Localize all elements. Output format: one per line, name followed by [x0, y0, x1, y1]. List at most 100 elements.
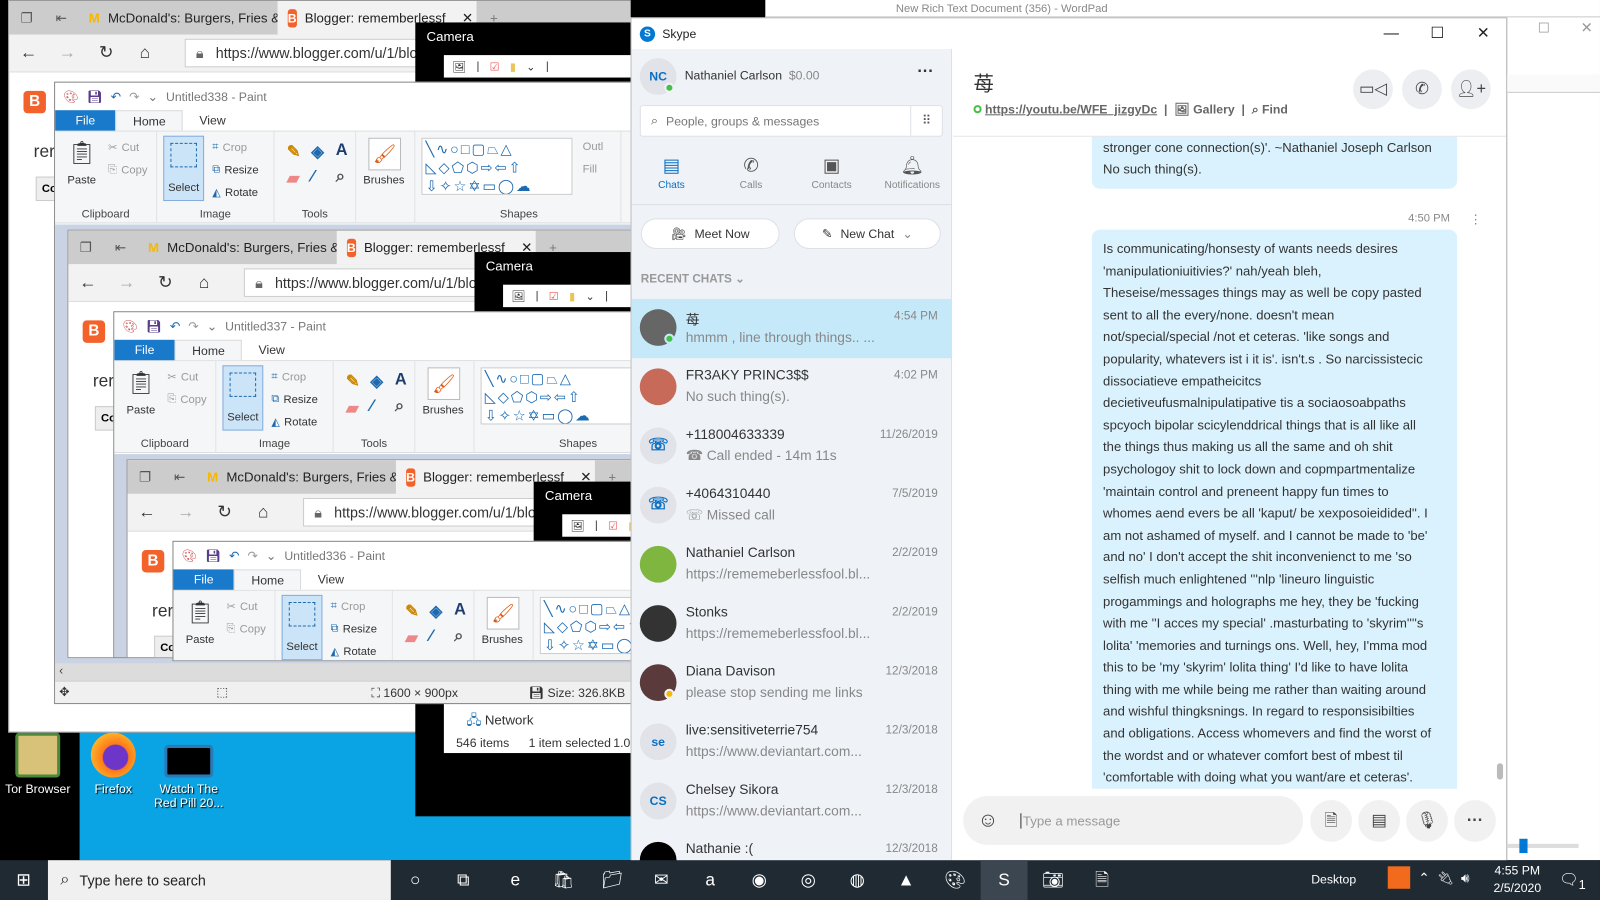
undo-icon[interactable]: ↶: [229, 548, 239, 562]
recent-chats-header[interactable]: RECENT CHATS ⌄: [641, 271, 745, 285]
fill-button[interactable]: Fill: [583, 163, 597, 175]
edge-icon[interactable]: e: [492, 860, 539, 900]
message-options-icon[interactable]: ⋮: [1469, 212, 1481, 226]
amazon-icon[interactable]: a: [687, 860, 734, 900]
paste-button[interactable]: 📋︎: [67, 140, 96, 167]
dialpad-icon[interactable]: ⠿: [910, 106, 942, 136]
brushes-button[interactable]: Brushes: [363, 174, 404, 186]
save-icon[interactable]: 💾︎: [205, 548, 221, 562]
action-center-button[interactable]: 🗨︎1: [1559, 870, 1586, 891]
pencil-tool-icon[interactable]: ✎: [287, 142, 301, 162]
magnifier-tool-icon[interactable]: ⌕: [336, 168, 345, 186]
rotate-button[interactable]: ◭ Rotate: [212, 186, 258, 199]
save-icon[interactable]: 💾︎: [146, 319, 162, 333]
eraser-tool-icon[interactable]: ▰: [287, 168, 300, 188]
paint-icon[interactable]: 🎨︎: [932, 860, 979, 900]
horizontal-scrollbar[interactable]: ‹: [55, 663, 631, 681]
more-options-icon[interactable]: ···: [917, 63, 933, 81]
video-call-button[interactable]: ▭◁: [1353, 69, 1393, 110]
eraser-tool-icon[interactable]: ▰: [346, 398, 359, 418]
refresh-icon[interactable]: ↻: [205, 502, 244, 522]
tab-view[interactable]: View: [183, 110, 242, 130]
add-people-button[interactable]: 👤︎+: [1451, 69, 1491, 110]
voice-message-button[interactable]: 🎙︎: [1406, 799, 1448, 842]
tab-preview-icon[interactable]: ❐: [9, 10, 44, 26]
message-input[interactable]: ☺ Type a message: [963, 795, 1304, 845]
tab-file[interactable]: File: [55, 110, 116, 131]
wordpad-icon[interactable]: 🗎: [1079, 860, 1126, 900]
more-actions-button[interactable]: ···: [1454, 799, 1496, 842]
tab-mcdonalds[interactable]: M McDonald's: Burgers, Fries &: [79, 1, 278, 35]
desktop-toolbar[interactable]: Desktop: [1311, 872, 1356, 886]
clock[interactable]: 4:55 PM 2/5/2020: [1492, 863, 1543, 895]
mail-icon[interactable]: ✉: [638, 860, 685, 900]
chat-list-item[interactable]: Nathaniel Carlson https://rememeberlessfo…: [632, 536, 951, 595]
conversation-title[interactable]: 苺: [973, 67, 993, 97]
chat-list-item[interactable]: FR3AKY PRINC3$$ No such thing(s). 4:02 PM: [632, 358, 951, 417]
cut-button[interactable]: ✂ Cut: [167, 370, 198, 384]
pencil-tool-icon[interactable]: ✎: [405, 601, 419, 621]
tab-preview-icon[interactable]: ❐: [128, 469, 163, 485]
crop-button[interactable]: ⌗ Crop: [271, 370, 306, 383]
set-aside-tabs-icon[interactable]: ⇤: [162, 469, 197, 485]
scrollbar-thumb[interactable]: [1496, 763, 1504, 780]
cortana-icon[interactable]: ○: [392, 860, 439, 900]
cut-button[interactable]: ✂ Cut: [108, 141, 139, 154]
close-button[interactable]: ✕: [1460, 18, 1506, 49]
chat-list-item[interactable]: 苺 hmmm , line through things.. ... 4:54 PM: [631, 298, 952, 359]
refresh-icon[interactable]: ↻: [146, 272, 185, 292]
crop-button[interactable]: ⌗ Crop: [212, 141, 247, 154]
tab-file[interactable]: File: [173, 569, 235, 590]
eraser-tool-icon[interactable]: ▰: [405, 628, 418, 648]
customize-toolbar-icon[interactable]: ⌄: [207, 319, 217, 333]
task-view-icon[interactable]: ⧉: [440, 860, 487, 900]
chat-list-item[interactable]: ☏ +118004633339 ☎︎ Call ended - 14m 11s 11/…: [632, 417, 951, 476]
text-tool-icon[interactable]: A: [395, 371, 407, 389]
shapes-gallery[interactable]: ╲∿○□▢⏢△◺◇⬠⬡⇨⇦⇧⇩✧☆✡▭◯☁: [421, 137, 573, 195]
fill-tool-icon[interactable]: ◈: [430, 601, 443, 621]
wordpad-close-button[interactable]: ✕: [1581, 19, 1593, 36]
tray-app-icon[interactable]: [1387, 866, 1411, 889]
tab-view[interactable]: View: [242, 340, 301, 360]
undo-icon[interactable]: ↶: [111, 89, 121, 103]
meet-now-button[interactable]: 🎥︎ Meet Now: [640, 218, 780, 249]
text-tool-icon[interactable]: A: [454, 601, 466, 619]
resize-button[interactable]: ⧉ Resize: [212, 163, 258, 176]
minimize-button[interactable]: —: [1368, 18, 1414, 49]
audio-call-button[interactable]: ✆: [1402, 69, 1442, 110]
forward-icon[interactable]: →: [166, 502, 205, 522]
set-aside-tabs-icon[interactable]: ⇤: [103, 239, 138, 255]
chat-list-item[interactable]: Stonks https://rememeberlessfool.bl... 2/2…: [632, 595, 951, 654]
magnifier-tool-icon[interactable]: ⌕: [454, 628, 463, 646]
zoom-slider-thumb[interactable]: [1519, 838, 1528, 854]
refresh-icon[interactable]: ↻: [87, 43, 126, 63]
tab-view[interactable]: View: [301, 569, 360, 589]
camera-app-icon[interactable]: ◎: [785, 860, 832, 900]
magnifier-tool-icon[interactable]: ⌕: [395, 398, 404, 416]
tab-home[interactable]: Home: [115, 110, 184, 131]
crop-button[interactable]: ⌗ Crop: [331, 600, 366, 613]
start-button[interactable]: ⊞: [0, 860, 47, 900]
redo-icon[interactable]: ↷: [188, 319, 198, 333]
color-picker-tool-icon[interactable]: ⁄: [370, 398, 373, 416]
copy-button[interactable]: ⎘ Copy: [167, 393, 206, 406]
tray-icons[interactable]: ⌃ 🔌︎ 🔊︎: [1418, 870, 1469, 886]
forward-icon[interactable]: →: [48, 43, 87, 63]
customize-toolbar-icon[interactable]: ⌄: [266, 548, 276, 562]
save-icon[interactable]: 💾︎: [87, 89, 103, 103]
profile-name[interactable]: Nathaniel Carlson $0.00: [685, 68, 820, 82]
redo-icon[interactable]: ↷: [129, 89, 139, 103]
fill-tool-icon[interactable]: ◈: [370, 371, 383, 391]
text-tool-icon[interactable]: A: [336, 142, 348, 160]
back-icon[interactable]: ←: [68, 272, 107, 292]
tripadvisor-icon[interactable]: ◉: [736, 860, 783, 900]
select-button[interactable]: Select: [163, 135, 205, 202]
shapes-gallery[interactable]: ╲∿○□▢⏢△◺◇⬠⬡⇨⇦⇧⇩✧☆✡▭◯☁: [480, 367, 631, 425]
color-picker-tool-icon[interactable]: ⁄: [311, 168, 314, 186]
share-media-button[interactable]: 🗎: [1310, 799, 1353, 842]
customize-toolbar-icon[interactable]: ⌄: [148, 89, 158, 103]
new-chat-button[interactable]: ✎ New Chat ⌄: [793, 218, 941, 249]
emoji-icon[interactable]: ☺: [978, 809, 999, 832]
cut-button[interactable]: ✂ Cut: [227, 600, 258, 614]
tab-chats[interactable]: ▤ Chats: [632, 155, 712, 191]
